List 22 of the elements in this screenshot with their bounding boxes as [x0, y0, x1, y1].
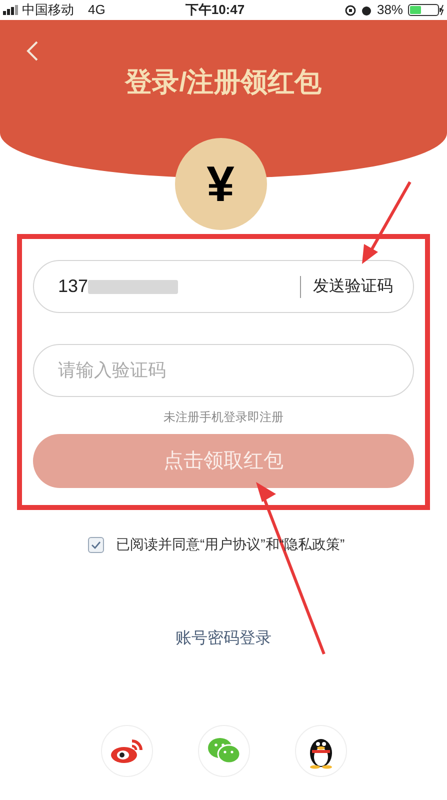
- qq-login-button[interactable]: [294, 725, 346, 777]
- register-hint: 未注册手机登录即注册: [162, 409, 284, 426]
- phone-field[interactable]: 137 发送验证码: [33, 260, 414, 313]
- checkbox[interactable]: [88, 536, 104, 552]
- battery-icon: [408, 4, 444, 16]
- phone-number: 137: [58, 275, 88, 298]
- checkmark-icon: [91, 540, 101, 548]
- status-time: 下午10:47: [185, 1, 245, 20]
- battery-percent: 38%: [376, 1, 403, 20]
- weibo-login-button[interactable]: [100, 725, 152, 777]
- network-type: 4G: [88, 1, 106, 20]
- page-title: 登录/注册领红包: [124, 66, 323, 99]
- code-field[interactable]: 请输入验证码: [33, 344, 414, 397]
- weibo-icon: [110, 738, 144, 764]
- lock-rotation-icon: [344, 4, 356, 16]
- send-code-button[interactable]: 发送验证码: [313, 274, 393, 298]
- back-icon: [26, 40, 38, 62]
- signal-icon: [3, 5, 19, 15]
- account-login-link[interactable]: 账号密码登录: [176, 627, 272, 651]
- carrier-name: 中国移动: [22, 1, 74, 20]
- wechat-icon: [206, 737, 240, 765]
- wechat-login-button[interactable]: [198, 725, 250, 777]
